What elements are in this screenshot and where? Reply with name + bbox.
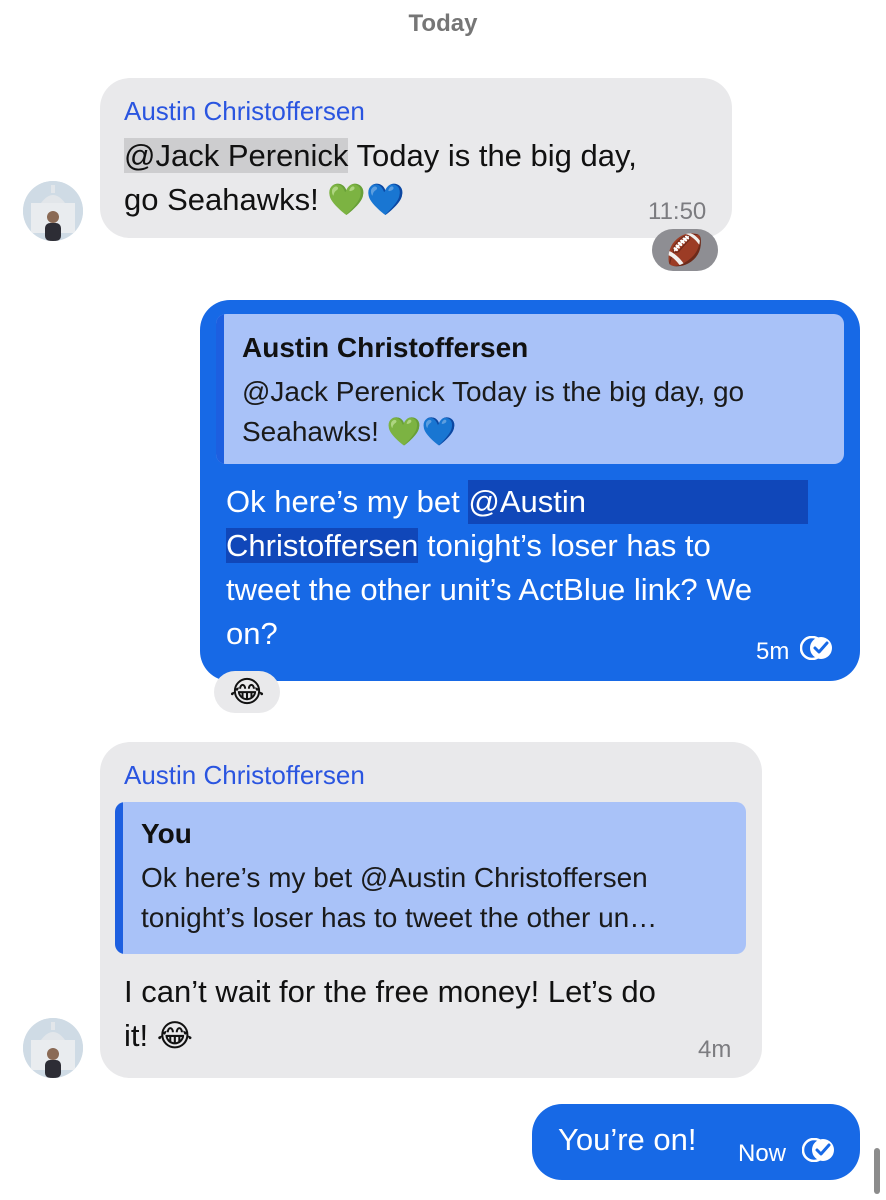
message-text-line: on?	[226, 616, 278, 651]
quote-text: Ok here’s my bet @Austin Christoffersen …	[141, 858, 741, 938]
message-bubble-outgoing[interactable]: Austin Christoffersen @Jack Perenick Tod…	[200, 300, 860, 681]
quote-text-line: Seahawks! 💚💙	[242, 416, 457, 447]
timestamp: 4m	[698, 1036, 732, 1063]
avatar-image	[23, 1018, 83, 1078]
quote-text-line: @Jack Perenick Today is the big day, go	[242, 376, 745, 407]
timestamp: 11:50	[648, 198, 707, 225]
message-text-line: I can’t wait for the free money! Let’s d…	[124, 974, 656, 1009]
message-text-line: tonight’s loser has to	[418, 528, 711, 563]
sender-name[interactable]: Austin Christoffersen	[124, 760, 365, 791]
message-text-line: it! 😂	[124, 1018, 193, 1053]
message-text-line: tweet the other unit’s ActBlue link? We	[226, 572, 753, 607]
quote-bar	[115, 802, 123, 954]
message-bubble-incoming[interactable]: Austin Christoffersen You Ok here’s my b…	[100, 742, 762, 1078]
message-text-line: Ok here’s my bet	[226, 484, 469, 519]
message-bubble-outgoing[interactable]: You’re on! Now	[532, 1104, 860, 1180]
mention-tag[interactable]: @Jack Perenick	[124, 138, 349, 173]
reaction-badge[interactable]: 🏈	[652, 229, 718, 271]
mention-tag[interactable]: @Austin	[468, 480, 809, 524]
timestamp: 5m	[756, 638, 790, 665]
message-bubble-incoming[interactable]: Austin Christoffersen @Jack Perenick Tod…	[100, 78, 732, 238]
avatar-image	[23, 181, 83, 241]
quote-sender: You	[141, 818, 192, 849]
date-separator: Today	[408, 10, 478, 37]
quote-text-line: Ok here’s my bet @Austin Christoffersen	[141, 862, 648, 893]
message-text: Ok here’s my bet @Austin Christoffersen …	[226, 480, 846, 656]
football-emoji: 🏈	[666, 233, 704, 267]
timestamp: Now	[738, 1140, 787, 1167]
double-check-icon	[800, 636, 832, 660]
message-text-line: Today is the big day,	[348, 138, 637, 173]
quote-bar	[216, 314, 224, 464]
scrollbar[interactable]	[874, 1148, 880, 1194]
quote-text: @Jack Perenick Today is the big day, go …	[242, 372, 832, 452]
avatar[interactable]	[23, 181, 83, 241]
message-text-line: go Seahawks! 💚💙	[124, 182, 405, 217]
quote-text-line: tonight’s loser has to tweet the other u…	[141, 902, 658, 933]
quote-sender: Austin Christoffersen	[242, 332, 529, 363]
reaction-badge[interactable]: 😂	[214, 671, 280, 713]
message-text: @Jack Perenick Today is the big day, go …	[124, 134, 714, 222]
sender-name[interactable]: Austin Christoffersen	[124, 96, 365, 127]
avatar[interactable]	[23, 1018, 83, 1078]
message-text: You’re on!	[558, 1122, 697, 1157]
message-text: I can’t wait for the free money! Let’s d…	[124, 970, 754, 1058]
quoted-message[interactable]: You Ok here’s my bet @Austin Christoffer…	[115, 802, 746, 954]
laughing-emoji: 😂	[229, 675, 265, 709]
mention-tag-continued[interactable]: Christoffersen	[226, 528, 419, 563]
double-check-icon	[802, 1138, 834, 1162]
quoted-message[interactable]: Austin Christoffersen @Jack Perenick Tod…	[216, 314, 844, 464]
